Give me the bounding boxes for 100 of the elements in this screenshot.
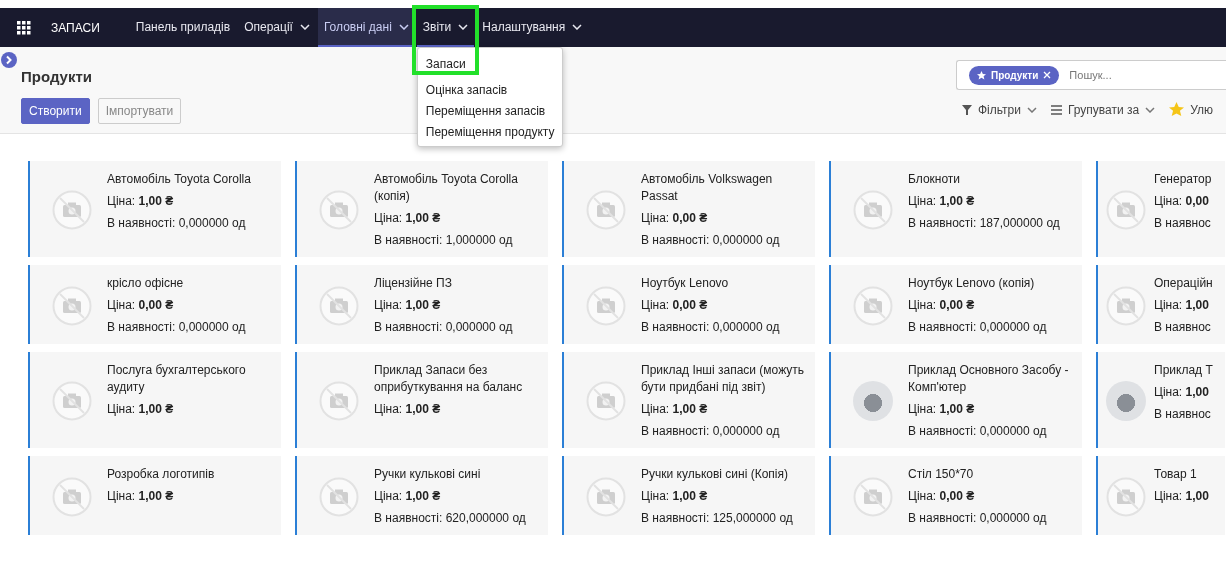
product-stock: В наявності: 0,000000 од — [908, 423, 1048, 440]
product-card[interactable]: Ноутбук Lenovo (копія) Ціна: 0,00 ₴ В наявності: 0,000000 од — [829, 265, 1082, 344]
product-stock: В наявнос — [1154, 319, 1212, 336]
product-name: Розробка логотипів — [107, 466, 215, 483]
close-icon[interactable] — [1043, 71, 1052, 79]
no-image-icon — [319, 285, 359, 326]
product-card[interactable]: Автомобіль Toyota Corolla Ціна: 1,00 ₴ В наявності: 0,000000 од — [28, 161, 281, 257]
product-price: Ціна: 0,00 ₴ — [908, 488, 976, 505]
page-title: Продукти — [21, 67, 94, 86]
group-by-dropdown[interactable]: Групувати за — [1051, 102, 1156, 117]
no-image-icon — [586, 285, 626, 326]
product-card[interactable]: Послуга бухгалтерського аудиту Ціна: 1,00 ₴ — [28, 352, 281, 448]
chevron-right-circle-icon[interactable] — [1, 52, 17, 68]
product-price: Ціна: 1,00 — [1154, 297, 1210, 314]
no-image-icon — [52, 285, 92, 326]
no-image-icon — [1106, 190, 1146, 230]
product-price: Ціна: 1,00 ₴ — [374, 401, 442, 418]
filter-icon — [962, 104, 972, 115]
product-price: Ціна: 1,00 ₴ — [107, 401, 175, 418]
product-stock: В наявнос — [1154, 406, 1212, 423]
filters-dropdown[interactable]: Фільтри — [962, 102, 1037, 117]
nav-menu-item[interactable]: Головні дані — [317, 8, 415, 47]
search-field[interactable]: Продукти Пошук... — [956, 60, 1226, 90]
product-card[interactable]: Автомобіль Toyota Corolla (копія) Ціна: 1,00 ₴ В наявності: 1,000000 од — [295, 161, 548, 257]
import-button[interactable]: Імпортувати — [97, 98, 182, 124]
product-card[interactable]: Ноутбук Lenovo Ціна: 0,00 ₴ В наявності: 0,000000 од — [562, 265, 815, 344]
product-price: Ціна: 1,00 ₴ — [374, 488, 442, 505]
product-card[interactable]: Ручки кулькові сині Ціна: 1,00 ₴ В наявності: 620,000000 од — [295, 456, 548, 535]
product-stock: В наявності: 0,000000 од — [641, 423, 781, 440]
product-stock: В наявності: 125,000000 од — [641, 510, 793, 527]
product-stock: В наявності: 620,000000 од — [374, 510, 526, 527]
no-image-icon — [1106, 285, 1146, 326]
no-image-icon — [1106, 476, 1146, 517]
no-image-icon — [319, 381, 359, 421]
product-price: Ціна: 1,00 ₴ — [641, 401, 709, 418]
apps-grid-icon[interactable] — [17, 20, 31, 35]
list-icon — [1051, 104, 1062, 115]
dropdown-item[interactable]: Переміщення запасів — [417, 101, 563, 122]
product-card[interactable]: Автомобіль Volkswagen Passat Ціна: 0,00 ₴ В наявності: 0,000000 од — [562, 161, 815, 257]
product-name: Приклад Основного Засобу - Комп'ютер — [908, 362, 1070, 396]
product-price: Ціна: 0,00 ₴ — [908, 297, 976, 314]
product-price: Ціна: 1,00 ₴ — [107, 193, 175, 210]
nav-menu-item[interactable]: Панель приладів — [129, 8, 237, 47]
product-stock: В наявності: 187,000000 од — [908, 215, 1060, 232]
dropdown-item[interactable]: Переміщення продукту — [417, 122, 563, 143]
product-price: Ціна: 1,00 ₴ — [107, 488, 175, 505]
product-name: Приклад Інші запаси (можуть бути придбані під звіт) — [641, 362, 806, 396]
product-card[interactable]: Генератор Ціна: 0,00 В наявнос — [1096, 161, 1225, 257]
product-card[interactable]: крісло офісне Ціна: 0,00 ₴ В наявності: 0,000000 од — [28, 265, 281, 344]
photo-placeholder — [853, 381, 893, 421]
product-name: Приклад Т — [1154, 362, 1213, 379]
product-stock: В наявності: 0,000000 од — [107, 215, 247, 232]
product-name: Операційн — [1154, 275, 1213, 292]
product-price: Ціна: 0,00 ₴ — [641, 210, 709, 227]
product-name: Генератор — [1154, 171, 1212, 188]
product-name: Автомобіль Toyota Corolla — [107, 171, 251, 188]
product-card[interactable]: Приклад Т Ціна: 1,00 В наявнос — [1096, 352, 1225, 448]
no-image-icon — [52, 476, 92, 517]
product-card[interactable]: Блокноти Ціна: 1,00 ₴ В наявності: 187,000000 од — [829, 161, 1082, 257]
product-name: Автомобіль Toyota Corolla (копія) — [374, 171, 519, 205]
chevron-down-icon — [1145, 106, 1156, 113]
nav-menu-item[interactable]: Налаштування — [476, 8, 589, 47]
create-button[interactable]: Створити — [21, 98, 90, 124]
no-image-icon — [319, 476, 359, 517]
dropdown-item[interactable]: Оцінка запасів — [417, 80, 563, 101]
product-name: Приклад Запаси без оприбуткування на баланс — [374, 362, 524, 396]
product-stock: В наявності: 0,000000 од — [641, 232, 781, 249]
no-image-icon — [586, 381, 626, 421]
product-card[interactable]: Приклад Запаси без оприбуткування на баланс Ціна: 1,00 ₴ — [295, 352, 548, 448]
favorites-dropdown[interactable]: Улю — [1169, 102, 1214, 117]
product-card[interactable]: Стіл 150*70 Ціна: 0,00 ₴ В наявності: 0,000000 од — [829, 456, 1082, 535]
product-card[interactable]: Ліцензійне ПЗ Ціна: 1,00 ₴ В наявності: 0,000000 од — [295, 265, 548, 344]
no-image-icon — [586, 476, 626, 517]
product-card[interactable]: Операційн Ціна: 1,00 В наявнос — [1096, 265, 1225, 344]
product-price: Ціна: 1,00 ₴ — [374, 297, 442, 314]
product-name: Автомобіль Volkswagen Passat — [641, 171, 774, 205]
no-image-icon — [319, 190, 359, 230]
product-card[interactable]: Ручки кулькові сині (Копія) Ціна: 1,00 ₴ В наявності: 125,000000 од — [562, 456, 815, 535]
no-image-icon — [52, 381, 92, 421]
product-card[interactable]: Розробка логотипів Ціна: 1,00 ₴ — [28, 456, 281, 535]
product-stock: В наявності: 0,000000 од — [908, 319, 1047, 336]
app-title: ЗАПАСИ — [50, 19, 101, 37]
product-price: Ціна: 1,00 ₴ — [908, 193, 976, 210]
product-price: Ціна: 1,00 ₴ — [641, 488, 709, 505]
dropdown-item[interactable]: Запаси — [417, 51, 563, 80]
product-price: Ціна: 0,00 — [1154, 193, 1210, 210]
filter-facet[interactable]: Продукти — [969, 65, 1060, 85]
product-price: Ціна: 1,00 ₴ — [374, 210, 442, 227]
product-card[interactable]: Приклад Основного Засобу - Комп'ютер Ціна: 1,00 ₴ В наявності: 0,000000 од — [829, 352, 1082, 448]
product-price: Ціна: 0,00 ₴ — [641, 297, 709, 314]
product-name: крісло офісне — [107, 275, 185, 292]
nav-menu-item[interactable]: Операції — [238, 8, 316, 47]
product-card[interactable]: Товар 1 Ціна: 1,00 — [1096, 456, 1225, 535]
chevron-down-icon — [1027, 106, 1037, 113]
product-card[interactable]: Приклад Інші запаси (можуть бути придбані під звіт) Ціна: 1,00 ₴ В наявності: 0,000000 од — [562, 352, 815, 448]
star-icon — [977, 70, 986, 80]
no-image-icon — [853, 285, 893, 326]
product-name: Ноутбук Lenovo (копія) — [908, 275, 1036, 292]
product-name: Ноутбук Lenovo — [641, 275, 730, 292]
product-stock: В наявності: 1,000000 од — [374, 232, 514, 249]
